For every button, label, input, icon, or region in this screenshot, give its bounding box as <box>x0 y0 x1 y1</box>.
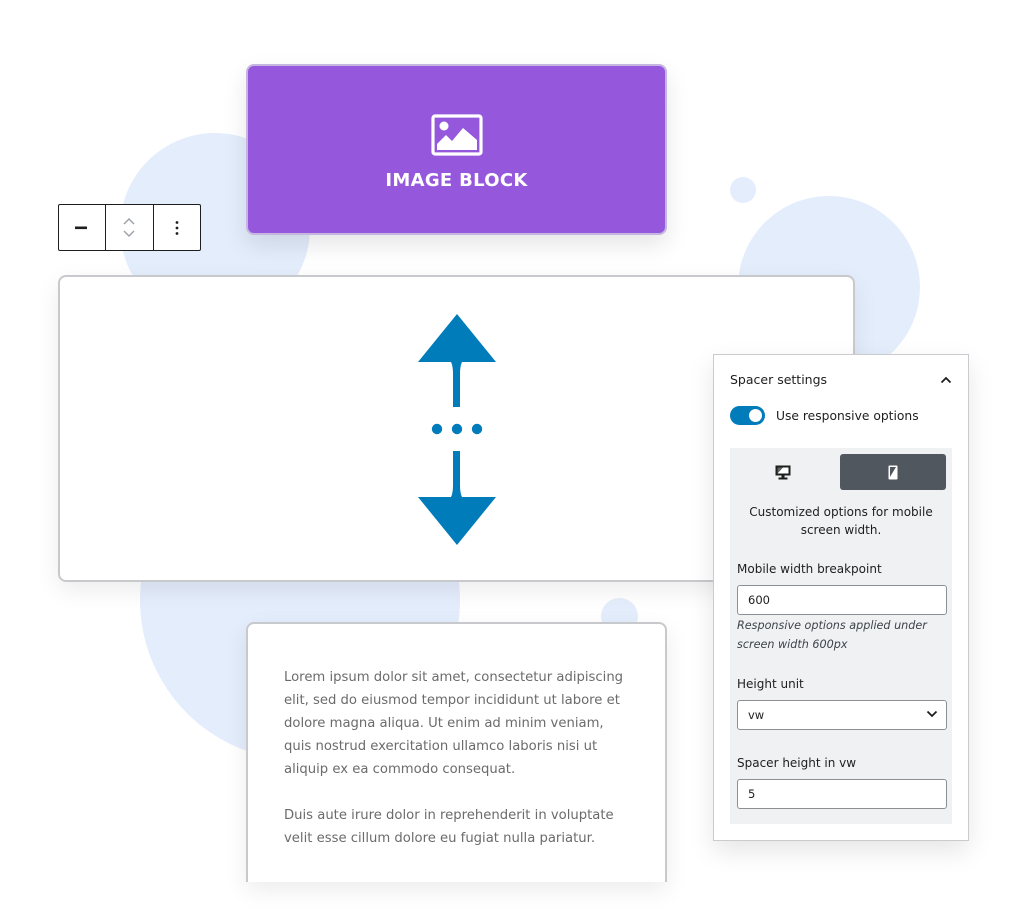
breakpoint-label: Mobile width breakpoint <box>737 562 882 576</box>
more-options-button[interactable] <box>154 205 200 250</box>
breakpoint-value: 600 <box>748 593 770 607</box>
image-block-label: IMAGE BLOCK <box>385 170 528 191</box>
image-block[interactable]: IMAGE BLOCK <box>246 64 667 235</box>
panel-title: Spacer settings <box>730 372 828 387</box>
block-toolbar <box>58 204 201 251</box>
desktop-icon <box>775 465 791 479</box>
spacer-height-label: Spacer height in vw <box>737 756 857 770</box>
image-icon <box>430 114 483 156</box>
crop-edge <box>230 815 690 817</box>
move-up-down-icon <box>123 217 135 237</box>
height-unit-value: vw <box>748 708 765 722</box>
spacer-settings-panel: Spacer settings Use responsive options C… <box>713 354 969 841</box>
tab-mobile[interactable] <box>840 454 946 490</box>
spacer-block-icon <box>75 226 88 229</box>
responsive-options: Customized options for mobile screen wid… <box>730 448 952 824</box>
breakpoint-input[interactable]: 600 <box>737 585 947 615</box>
move-button[interactable] <box>106 205 154 250</box>
mobile-options-description: Customized options for mobile screen wid… <box>749 505 933 537</box>
tab-desktop[interactable] <box>730 454 836 490</box>
height-unit-select[interactable]: vw <box>737 700 947 730</box>
spacer-height-value: 5 <box>748 787 756 801</box>
paragraph-1: Lorem ipsum dolor sit amet, consectetur … <box>284 670 624 777</box>
resize-vertical-icon <box>418 314 496 545</box>
background-bubble <box>730 177 756 203</box>
more-options-icon <box>175 220 179 235</box>
device-tabs <box>730 454 946 490</box>
chevron-up-icon[interactable] <box>940 376 952 384</box>
responsive-toggle-label: Use responsive options <box>776 408 919 423</box>
breakpoint-help: Responsive options applied under screen … <box>737 619 927 651</box>
spacer-height-input[interactable]: 5 <box>737 779 947 809</box>
chevron-down-icon <box>926 710 938 718</box>
mobile-icon <box>888 465 898 479</box>
block-type-button[interactable] <box>59 205 107 250</box>
responsive-toggle-row: Use responsive options <box>730 406 919 425</box>
height-unit-label: Height unit <box>737 677 804 691</box>
panel-header[interactable]: Spacer settings <box>730 372 952 387</box>
responsive-toggle[interactable] <box>730 406 765 425</box>
